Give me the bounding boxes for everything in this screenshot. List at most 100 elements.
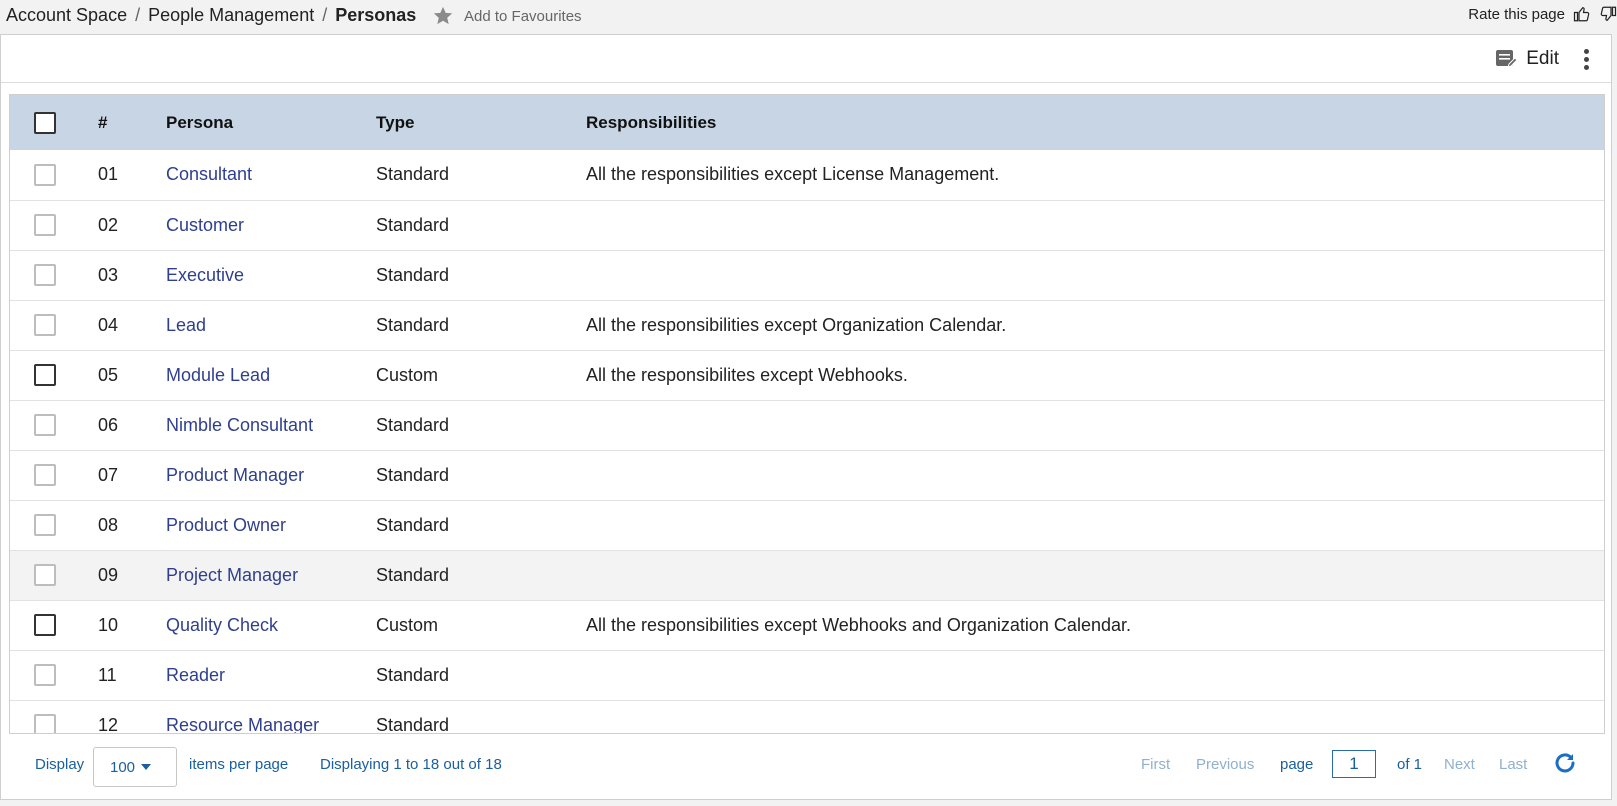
items-per-page-label: items per page <box>189 756 289 773</box>
row-checkbox[interactable] <box>34 714 56 733</box>
persona-responsibilities: All the responsibilities except Webhooks… <box>586 614 1131 635</box>
rate-this-page: Rate this page <box>1468 5 1617 23</box>
panel-toolbar: Edit <box>1 35 1611 83</box>
persona-link[interactable]: Product Owner <box>166 515 286 535</box>
persona-link[interactable]: Customer <box>166 215 244 235</box>
breadcrumb-item-account-space[interactable]: Account Space <box>6 5 127 25</box>
edit-icon <box>1496 50 1518 68</box>
persona-link[interactable]: Project Manager <box>166 565 298 585</box>
add-to-favourites-button[interactable]: Add to Favourites <box>432 5 582 27</box>
row-number: 07 <box>98 464 119 485</box>
column-header-number: # <box>98 112 108 132</box>
row-checkbox[interactable] <box>34 664 56 687</box>
persona-link[interactable]: Quality Check <box>166 615 278 635</box>
persona-responsibilities: All the responsibilities except License … <box>586 164 1000 185</box>
last-page-button[interactable]: Last <box>1499 756 1527 773</box>
next-page-button[interactable]: Next <box>1444 756 1475 773</box>
table-row[interactable]: 11 Reader Standard <box>10 650 1604 700</box>
breadcrumb: Account Space / People Management / Personas <box>6 5 416 26</box>
row-number: 06 <box>98 414 119 435</box>
persona-link[interactable]: Reader <box>166 665 225 685</box>
row-checkbox[interactable] <box>34 364 56 387</box>
persona-link[interactable]: Nimble Consultant <box>166 415 313 435</box>
persona-type: Standard <box>376 414 450 435</box>
items-per-page-select[interactable]: 100 <box>93 747 177 787</box>
table-row[interactable]: 02 Customer Standard <box>10 200 1604 250</box>
row-checkbox[interactable] <box>34 264 56 287</box>
top-bar: Account Space / People Management / Personas… <box>0 0 1617 34</box>
persona-type: Standard <box>376 314 450 335</box>
table-row[interactable]: 12 Resource Manager Standard <box>10 700 1604 734</box>
personas-table: # Persona Type Responsibilities 01 Consu… <box>9 94 1605 734</box>
row-checkbox[interactable] <box>34 163 56 186</box>
persona-responsibilities <box>586 450 1604 500</box>
previous-page-button[interactable]: Previous <box>1196 756 1254 773</box>
page-number-input[interactable] <box>1332 750 1376 778</box>
row-number: 01 <box>98 164 119 185</box>
table-row[interactable]: 08 Product Owner Standard <box>10 500 1604 550</box>
persona-type: Standard <box>376 264 450 285</box>
table-row[interactable]: 04 Lead Standard All the responsibilitie… <box>10 300 1604 350</box>
star-icon <box>433 6 453 25</box>
persona-responsibilities <box>586 650 1604 700</box>
thumbs-down-icon[interactable] <box>1599 5 1617 23</box>
row-number: 08 <box>98 514 119 535</box>
rate-label: Rate this page <box>1468 5 1565 23</box>
edit-button[interactable]: Edit <box>1494 47 1559 71</box>
row-checkbox[interactable] <box>34 614 56 637</box>
persona-type: Standard <box>376 714 450 734</box>
table-row[interactable]: 09 Project Manager Standard <box>10 550 1604 600</box>
persona-link[interactable]: Executive <box>166 265 244 285</box>
persona-responsibilities <box>586 250 1604 300</box>
row-checkbox[interactable] <box>34 214 56 237</box>
row-checkbox[interactable] <box>34 464 56 487</box>
column-header-type[interactable]: Type <box>376 95 586 150</box>
caret-down-icon <box>141 764 152 770</box>
persona-type: Standard <box>376 514 450 535</box>
row-checkbox[interactable] <box>34 414 56 437</box>
first-page-button[interactable]: First <box>1141 756 1170 773</box>
column-header-responsibilities[interactable]: Responsibilities <box>586 95 1604 150</box>
row-checkbox[interactable] <box>34 514 56 537</box>
column-header-persona[interactable]: Persona <box>166 95 376 150</box>
persona-link[interactable]: Lead <box>166 315 206 335</box>
table-row[interactable]: 01 Consultant Standard All the responsib… <box>10 150 1604 200</box>
display-label: Display <box>35 756 85 773</box>
persona-responsibilities <box>586 500 1604 550</box>
persona-link[interactable]: Module Lead <box>166 365 270 385</box>
refresh-icon[interactable] <box>1553 751 1577 775</box>
items-per-page-value: 100 <box>110 758 136 776</box>
row-number: 09 <box>98 564 119 585</box>
table-row[interactable]: 06 Nimble Consultant Standard <box>10 400 1604 450</box>
row-number: 03 <box>98 264 119 285</box>
persona-link[interactable]: Product Manager <box>166 465 304 485</box>
row-checkbox[interactable] <box>34 564 56 587</box>
table-row[interactable]: 07 Product Manager Standard <box>10 450 1604 500</box>
persona-responsibilities: All the responsibilities except Organiza… <box>586 314 1007 335</box>
breadcrumb-item-people-management[interactable]: People Management <box>148 5 314 25</box>
row-number: 10 <box>98 614 119 635</box>
select-all-checkbox[interactable] <box>34 111 56 134</box>
row-checkbox[interactable] <box>34 314 56 337</box>
add-to-favourites-label: Add to Favourites <box>464 7 582 25</box>
persona-type: Standard <box>376 664 450 685</box>
persona-type: Standard <box>376 564 450 585</box>
persona-responsibilities: All the responsibilites except Webhooks. <box>586 364 908 385</box>
more-options-icon[interactable] <box>1579 47 1593 71</box>
persona-responsibilities <box>586 400 1604 450</box>
thumbs-up-icon[interactable] <box>1573 5 1591 23</box>
personas-panel: Edit # Persona Type Responsibilities 01 … <box>0 34 1612 800</box>
display-summary: Displaying 1 to 18 out of 18 <box>320 756 502 773</box>
table-header-row: # Persona Type Responsibilities <box>10 95 1604 150</box>
row-number: 12 <box>98 714 119 734</box>
table-row[interactable]: 05 Module Lead Custom All the responsibi… <box>10 350 1604 400</box>
persona-link[interactable]: Resource Manager <box>166 715 319 734</box>
breadcrumb-current: Personas <box>335 5 417 25</box>
row-number: 05 <box>98 364 119 385</box>
table-row[interactable]: 10 Quality Check Custom All the responsi… <box>10 600 1604 650</box>
page-total: of 1 <box>1397 756 1423 773</box>
persona-link[interactable]: Consultant <box>166 164 252 184</box>
table-row[interactable]: 03 Executive Standard <box>10 250 1604 300</box>
persona-type: Custom <box>376 364 439 385</box>
persona-type: Standard <box>376 214 450 235</box>
